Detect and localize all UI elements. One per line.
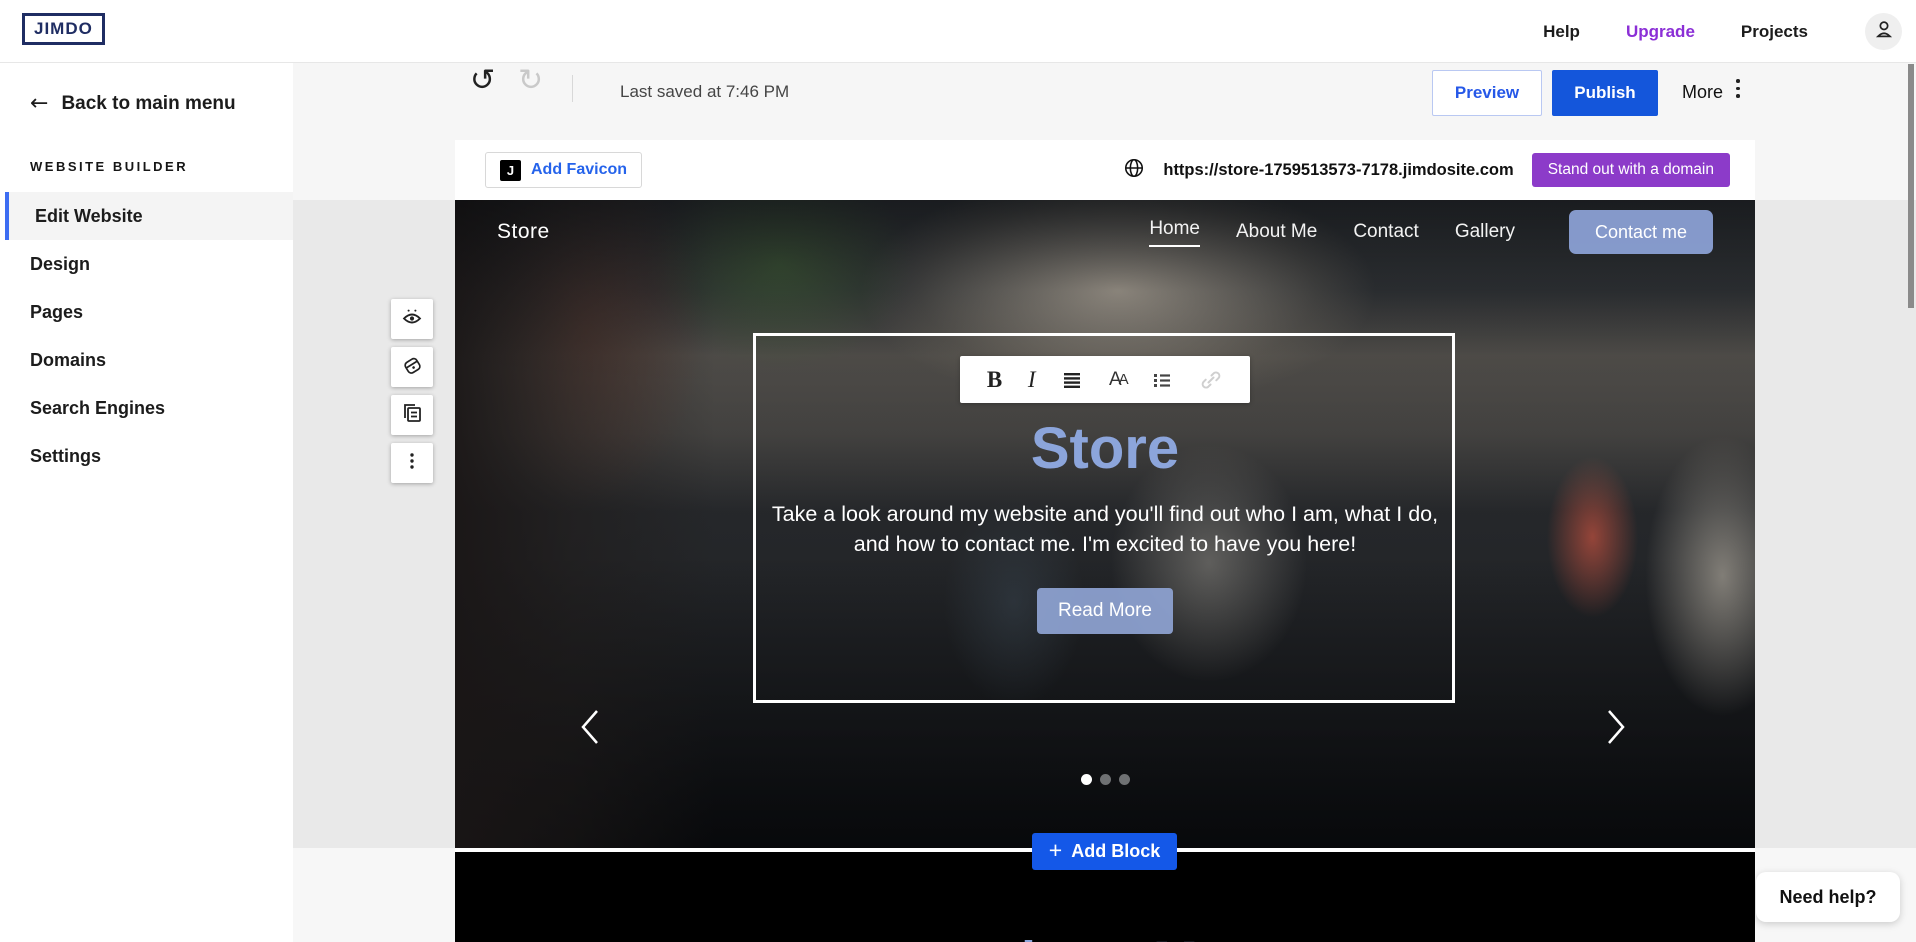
more-button[interactable]: More — [1682, 82, 1723, 103]
sidebar-menu: Edit Website Design Pages Domains Search… — [0, 192, 293, 480]
back-arrow-icon: ← — [30, 93, 48, 115]
sidebar-item-settings[interactable]: Settings — [0, 432, 293, 480]
sidebar-item-pages[interactable]: Pages — [0, 288, 293, 336]
text-format-toolbar: B I AA — [960, 356, 1250, 403]
back-label: Back to main menu — [61, 93, 235, 115]
sidebar-item-edit-website[interactable]: Edit Website — [5, 192, 293, 240]
last-saved-status: Last saved at 7:46 PM — [620, 82, 789, 102]
app-header: JIMDO Help Upgrade Projects — [0, 0, 1916, 63]
add-block-button[interactable]: + Add Block — [1032, 833, 1177, 870]
align-icon[interactable] — [1061, 369, 1083, 391]
site-navbar: Store Home About Me Contact Gallery Cont… — [455, 200, 1755, 264]
hero-body-text[interactable]: Take a look around my website and you'll… — [765, 500, 1445, 559]
preview-button[interactable]: Preview — [1432, 70, 1542, 116]
carousel-dot-1[interactable] — [1081, 774, 1092, 785]
sidebar-item-search-engines[interactable]: Search Engines — [0, 384, 293, 432]
list-icon[interactable] — [1151, 369, 1173, 391]
style-block-button[interactable] — [391, 347, 433, 387]
carousel-next-icon[interactable] — [1597, 705, 1633, 749]
hero-section: Store Home About Me Contact Gallery Cont… — [455, 200, 1755, 848]
publish-button[interactable]: Publish — [1552, 70, 1658, 116]
undo-icon[interactable]: ↺ — [470, 66, 495, 96]
site-logo[interactable]: Store — [497, 220, 550, 244]
contact-me-button[interactable]: Contact me — [1569, 210, 1713, 254]
font-style-icon[interactable]: AA — [1109, 369, 1126, 391]
account-avatar[interactable] — [1865, 13, 1902, 50]
toolbar-divider — [572, 75, 573, 102]
more-kebab-icon[interactable] — [1736, 79, 1740, 98]
page-scrollbar-thumb[interactable] — [1908, 64, 1914, 308]
add-favicon-button[interactable]: J Add Favicon — [485, 152, 642, 188]
italic-icon[interactable]: I — [1028, 367, 1036, 393]
jimdo-editor-page: JIMDO Help Upgrade Projects ← Back to ma… — [0, 0, 1916, 942]
copy-icon — [400, 401, 424, 430]
redo-icon[interactable]: ↻ — [518, 66, 543, 96]
block-tools — [391, 299, 433, 491]
add-favicon-label: Add Favicon — [531, 161, 627, 179]
link-icon[interactable] — [1199, 368, 1223, 392]
domain-upsell-button[interactable]: Stand out with a domain — [1532, 153, 1730, 187]
bold-icon[interactable]: B — [987, 367, 1002, 393]
back-to-main-menu[interactable]: ← Back to main menu — [0, 63, 293, 115]
sidebar-item-design[interactable]: Design — [0, 240, 293, 288]
upgrade-link[interactable]: Upgrade — [1626, 22, 1695, 42]
style-pen-icon — [399, 352, 425, 383]
site-nav-links: Home About Me Contact Gallery — [1149, 218, 1515, 247]
hide-block-button[interactable] — [391, 299, 433, 339]
help-link[interactable]: Help — [1543, 22, 1580, 42]
read-more-button[interactable]: Read More — [1037, 588, 1173, 634]
favicon-placeholder-icon: J — [500, 160, 521, 181]
hero-title[interactable]: Store — [455, 415, 1755, 482]
nav-link-contact[interactable]: Contact — [1353, 221, 1418, 243]
sidebar-section-title: WEBSITE BUILDER — [0, 115, 293, 174]
eye-icon — [400, 305, 424, 334]
need-help-button[interactable]: Need help? — [1756, 872, 1900, 922]
website-preview: J Add Favicon https://store-1759513573-7… — [455, 140, 1755, 942]
jimdo-logo[interactable]: JIMDO — [22, 13, 105, 45]
carousel-dots — [455, 774, 1755, 785]
carousel-dot-3[interactable] — [1119, 774, 1130, 785]
site-url-group: https://store-1759513573-7178.jimdosite.… — [1123, 140, 1730, 200]
nav-link-home[interactable]: Home — [1149, 218, 1200, 247]
add-block-label: Add Block — [1071, 841, 1160, 862]
carousel-prev-icon[interactable] — [573, 705, 609, 749]
about-me-title: About Me — [455, 930, 1755, 942]
block-menu-button[interactable] — [391, 443, 433, 483]
duplicate-block-button[interactable] — [391, 395, 433, 435]
person-icon — [1873, 18, 1895, 45]
projects-link[interactable]: Projects — [1741, 22, 1808, 42]
nav-link-gallery[interactable]: Gallery — [1455, 221, 1515, 243]
header-nav: Help Upgrade Projects — [1543, 0, 1808, 63]
preview-topbar: J Add Favicon https://store-1759513573-7… — [455, 140, 1755, 200]
globe-icon — [1123, 157, 1145, 184]
plus-icon: + — [1049, 839, 1062, 862]
sidebar: ← Back to main menu WEBSITE BUILDER Edit… — [0, 63, 293, 942]
site-url[interactable]: https://store-1759513573-7178.jimdosite.… — [1163, 161, 1513, 180]
nav-link-about-me[interactable]: About Me — [1236, 221, 1317, 243]
carousel-dot-2[interactable] — [1100, 774, 1111, 785]
kebab-icon — [400, 449, 424, 478]
sidebar-item-domains[interactable]: Domains — [0, 336, 293, 384]
